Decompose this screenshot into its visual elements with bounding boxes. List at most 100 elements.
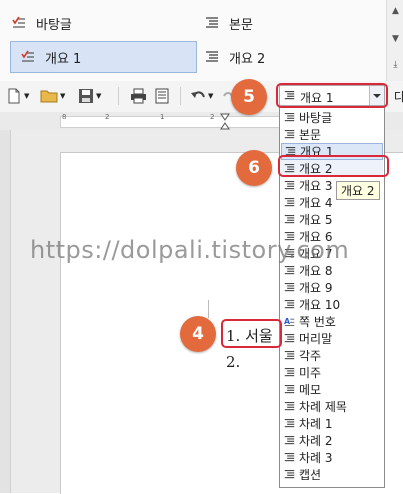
paragraph-lines-icon bbox=[284, 266, 295, 275]
paragraph-lines-icon bbox=[284, 181, 295, 190]
save-button[interactable]: ▼ bbox=[78, 86, 101, 106]
style-list-item-label: 차례 제목 bbox=[299, 400, 347, 414]
ruler-number: 8 bbox=[62, 113, 67, 121]
print-button[interactable] bbox=[130, 86, 147, 106]
open-button[interactable]: ▼ bbox=[40, 86, 65, 106]
paragraph-lines-icon bbox=[284, 334, 295, 343]
style-gallery: 바탕글 본문 개요 1 개요 2 bbox=[0, 0, 403, 82]
style-list-item[interactable]: 차례 3 bbox=[281, 449, 383, 466]
vertical-ruler[interactable] bbox=[0, 130, 11, 493]
paragraph-lines-icon bbox=[284, 368, 295, 377]
style-list-item-label: 각주 bbox=[299, 349, 322, 363]
watermark-text: https://dolpali.tistory.com bbox=[30, 236, 350, 264]
highlight-box-document-line bbox=[221, 319, 282, 348]
highlight-box-style-combo bbox=[276, 83, 388, 108]
style-list-item-label: 차례 1 bbox=[299, 417, 333, 431]
gallery-expand-icon[interactable]: ⤓ bbox=[387, 60, 403, 70]
svg-text:A: A bbox=[284, 317, 291, 326]
style-list-item-label: 메모 bbox=[299, 383, 322, 397]
chevron-down-icon: ▼ bbox=[60, 92, 66, 100]
gallery-item-bonmun[interactable]: 본문 bbox=[205, 8, 375, 38]
style-list-item[interactable]: 미주 bbox=[281, 364, 383, 381]
paragraph-lines-icon bbox=[284, 130, 295, 139]
checklist-style-icon bbox=[21, 50, 34, 62]
paragraph-lines-icon bbox=[284, 198, 295, 207]
paragraph-lines-icon bbox=[206, 17, 218, 28]
style-list-item[interactable]: 각주 bbox=[281, 347, 383, 364]
checklist-style-icon bbox=[12, 16, 25, 28]
ruler-number: 1 bbox=[160, 113, 165, 121]
print-preview-icon bbox=[155, 88, 169, 104]
character-style-icon: A bbox=[284, 317, 295, 326]
font-combo-label: 다 bbox=[394, 89, 403, 104]
scroll-up-icon[interactable]: ▲ bbox=[387, 6, 403, 16]
toolbar-separator bbox=[118, 87, 119, 105]
style-list-item[interactable]: 메모 bbox=[281, 381, 383, 398]
ruler-number: 2 bbox=[105, 113, 110, 121]
text-margin-mark bbox=[208, 300, 209, 318]
ruler-number: 2 bbox=[210, 113, 215, 121]
style-list-item[interactable]: 차례 1 bbox=[281, 415, 383, 432]
paragraph-lines-icon bbox=[284, 215, 295, 224]
chevron-down-icon: ▼ bbox=[24, 92, 30, 100]
style-list-item-label: 바탕글 bbox=[299, 111, 333, 125]
style-list-item-label: 개요 4 bbox=[299, 196, 333, 210]
gallery-item-label: 본문 bbox=[229, 17, 253, 33]
style-list-item-label: 차례 2 bbox=[299, 434, 333, 448]
tooltip: 개요 2 bbox=[336, 181, 380, 200]
style-list-item[interactable]: 차례 2 bbox=[281, 432, 383, 449]
gallery-item-label: 바탕글 bbox=[36, 17, 72, 33]
style-list-item-label: 개요 3 bbox=[299, 179, 333, 193]
toolbar-separator bbox=[180, 87, 181, 105]
paragraph-lines-icon bbox=[206, 51, 218, 62]
undo-button[interactable]: ▼ bbox=[190, 86, 213, 106]
style-list-item-label: 머리말 bbox=[299, 332, 333, 346]
chevron-down-icon: ▼ bbox=[96, 92, 102, 100]
style-list-item-label: 미주 bbox=[299, 366, 322, 380]
step-badge-4: 4 bbox=[180, 316, 216, 352]
gallery-item-outline-2[interactable]: 개요 2 bbox=[205, 42, 375, 72]
print-icon bbox=[131, 88, 146, 104]
style-list-item[interactable]: 개요 10 bbox=[281, 296, 383, 313]
paragraph-lines-icon bbox=[284, 436, 295, 445]
undo-icon bbox=[191, 91, 205, 98]
paragraph-lines-icon bbox=[284, 419, 295, 428]
highlight-box-outline-2 bbox=[278, 155, 389, 177]
step-badge-5: 5 bbox=[231, 79, 267, 115]
new-document-button[interactable]: ▼ bbox=[6, 86, 29, 106]
save-icon bbox=[79, 89, 93, 103]
paragraph-lines-icon bbox=[284, 453, 295, 462]
folder-icon bbox=[40, 90, 58, 103]
paragraph-lines-icon bbox=[284, 300, 295, 309]
style-list-item[interactable]: 본문 bbox=[281, 126, 383, 143]
document-line-2[interactable]: 2. bbox=[226, 353, 240, 371]
gallery-item-outline-1[interactable]: 개요 1 bbox=[10, 41, 197, 73]
gallery-item-label: 개요 2 bbox=[229, 51, 266, 67]
style-list-item[interactable]: A 쪽 번호 bbox=[281, 313, 383, 330]
style-list-item[interactable]: 캡션 bbox=[281, 466, 383, 483]
style-list-item-label: 개요 8 bbox=[299, 264, 333, 278]
style-list-item-label: 차례 3 bbox=[299, 451, 333, 465]
style-list-item[interactable]: 머리말 bbox=[281, 330, 383, 347]
style-list-item-label: 본문 bbox=[299, 128, 322, 142]
style-list-item-label: 개요 5 bbox=[299, 213, 333, 227]
paragraph-lines-icon bbox=[284, 113, 295, 122]
gallery-item-batanggeul[interactable]: 바탕글 bbox=[12, 8, 197, 38]
paragraph-lines-icon bbox=[284, 402, 295, 411]
scroll-down-icon[interactable]: ▼ bbox=[387, 34, 403, 44]
style-list-item[interactable]: 개요 8 bbox=[281, 262, 383, 279]
paragraph-lines-icon bbox=[284, 470, 295, 479]
style-list-item-label: 개요 9 bbox=[299, 281, 333, 295]
style-list-item[interactable]: 개요 5 bbox=[281, 211, 383, 228]
paragraph-lines-icon bbox=[284, 351, 295, 360]
print-preview-button[interactable] bbox=[154, 86, 170, 106]
indent-marker-icon[interactable] bbox=[220, 113, 230, 130]
style-list-item-label: 개요 10 bbox=[299, 298, 341, 312]
style-list-item[interactable]: 바탕글 bbox=[281, 109, 383, 126]
ruler-text-area bbox=[60, 116, 280, 128]
gallery-scrollbar[interactable]: ▲ ▼ ⤓ bbox=[386, 0, 403, 81]
style-list-item[interactable]: 개요 9 bbox=[281, 279, 383, 296]
paragraph-lines-icon bbox=[284, 385, 295, 394]
font-combo-partial[interactable]: 다 bbox=[394, 86, 403, 106]
style-list-item[interactable]: 차례 제목 bbox=[281, 398, 383, 415]
